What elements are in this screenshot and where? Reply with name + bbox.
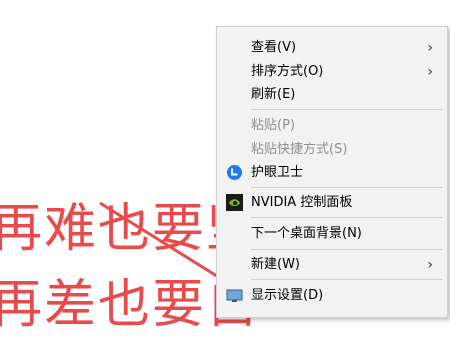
menu-item-label: NVIDIA 控制面板	[251, 195, 353, 210]
menu-item-refresh[interactable]: 刷新(E)	[217, 82, 447, 108]
chevron-right-icon: ›	[427, 40, 433, 56]
menu-item-nvidia-control-panel[interactable]: NVIDIA 控制面板	[217, 190, 447, 216]
eye-guard-icon	[227, 165, 242, 180]
menu-item-label: 查看(V)	[251, 40, 297, 55]
desktop-context-menu: 查看(V) › 排序方式(O) › 刷新(E) 粘贴(P) 粘贴快捷方式(S) …	[216, 26, 448, 318]
menu-item-label: 刷新(E)	[251, 87, 296, 102]
menu-item-paste[interactable]: 粘贴(P)	[217, 113, 447, 139]
menu-item-next-desktop-background[interactable]: 下一个桌面背景(N)	[217, 221, 447, 247]
display-settings-icon	[226, 289, 243, 302]
menu-item-display-settings[interactable]: 显示设置(D)	[217, 283, 447, 309]
menu-separator	[251, 217, 443, 218]
menu-separator	[251, 279, 443, 280]
menu-item-label: 显示设置(D)	[251, 288, 324, 303]
menu-separator	[251, 187, 443, 188]
menu-item-label: 下一个桌面背景(N)	[251, 226, 362, 241]
menu-item-eye-guard[interactable]: 护眼卫士	[217, 160, 447, 186]
menu-item-view[interactable]: 查看(V) ›	[217, 35, 447, 61]
menu-separator	[251, 249, 443, 250]
chevron-right-icon: ›	[427, 257, 433, 273]
menu-item-new[interactable]: 新建(W) ›	[217, 252, 447, 278]
menu-separator	[251, 109, 443, 110]
nvidia-icon	[226, 194, 243, 211]
menu-item-label: 新建(W)	[251, 257, 300, 272]
menu-item-label: 粘贴(P)	[251, 118, 295, 133]
menu-item-label: 护眼卫士	[251, 165, 304, 180]
